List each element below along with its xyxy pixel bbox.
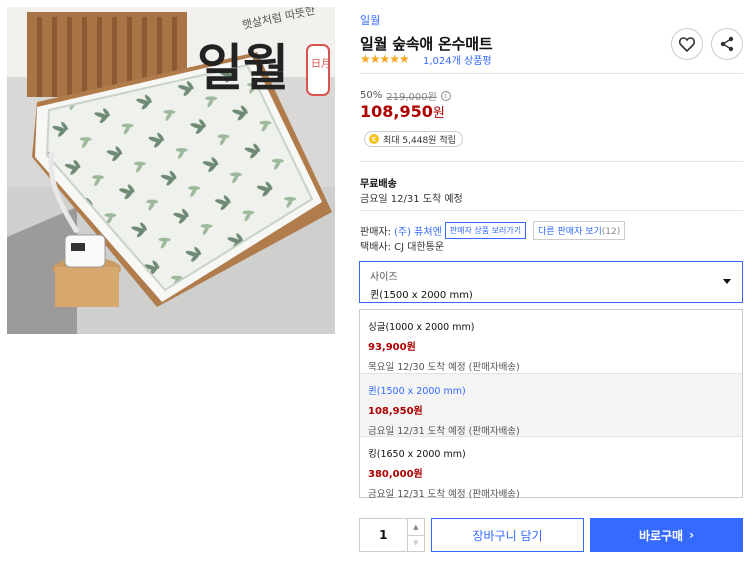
seller-products-button[interactable]: 판매자 상품 보러가기 [444,222,527,239]
brand-logo-text: 일월 [197,38,289,97]
divider [360,161,743,162]
heart-icon [679,36,695,52]
seller-name-link[interactable]: (주) 퓨쳐엔 [394,223,442,238]
coin-icon: c [369,134,379,144]
shipping-title: 무료배송 [360,179,397,190]
size-select-label: 사이즈 [370,272,398,283]
brand-link[interactable]: 일월 [360,12,380,28]
star-rating[interactable]: ★★★★★ [360,52,410,66]
seller-label: 판매자: [360,227,391,238]
discount-rate: 50% [360,90,383,101]
cashback-text: 최대 5,448원 적립 [383,135,456,146]
svg-text:日月: 日月 [311,58,331,70]
buy-now-button[interactable]: 바로구매 › [590,518,743,552]
divider [360,73,743,74]
mattress-photo: 일월 햇살처럼 따뜻한 日月 [7,7,335,334]
size-select-value: 퀸(1500 x 2000 mm) [370,290,473,301]
option-item-king[interactable]: 킹(1650 x 2000 mm) 380,000원 금요일 12/31 도착 … [360,436,742,500]
wishlist-button[interactable] [671,28,703,60]
product-title: 일월 숲속애 온수매트 [360,35,493,53]
original-price: 219,000원 [386,92,437,103]
shipping-eta: 금요일 12/31 도착 예정 [360,194,463,205]
share-button[interactable] [711,28,743,60]
chevron-right-icon: › [689,528,695,542]
buy-now-label: 바로구매 [638,528,684,543]
brand-stamp [306,44,330,96]
quantity-input[interactable]: 1 [360,519,407,551]
info-icon[interactable]: i [440,90,451,101]
option-item-single[interactable]: 싱글(1000 x 2000 mm) 93,900원 목요일 12/30 도착 … [360,310,742,373]
quantity-down-icon[interactable]: ▼ [407,534,424,552]
review-count-link[interactable]: 1,024개 상품평 [423,52,492,67]
quantity-stepper: 1 ▲ ▼ [359,518,425,552]
courier-info: 택배사: CJ 대한통운 [360,242,445,253]
quantity-up-icon[interactable]: ▲ [408,519,424,535]
cashback-badge[interactable]: c 최대 5,448원 적립 [364,131,463,147]
rating-stars: ★★★★★ [360,52,410,66]
divider [360,210,743,211]
share-icon [720,36,734,52]
caret-down-icon [723,279,731,284]
product-image[interactable]: 일월 햇살처럼 따뜻한 日月 [7,7,335,334]
discount-line: 50% 219,000원 i [360,88,451,103]
add-to-cart-button[interactable]: 장바구니 담기 [431,518,584,552]
sale-price: 108,950원 [360,102,445,121]
option-item-queen[interactable]: 퀸(1500 x 2000 mm) 108,950원 금요일 12/31 도착 … [360,373,742,437]
size-options-list: 싱글(1000 x 2000 mm) 93,900원 목요일 12/30 도착 … [359,309,743,500]
size-select[interactable]: 사이즈 퀸(1500 x 2000 mm) [359,261,743,303]
other-sellers-button[interactable]: 다른 판매자 보기(12) [533,221,626,240]
